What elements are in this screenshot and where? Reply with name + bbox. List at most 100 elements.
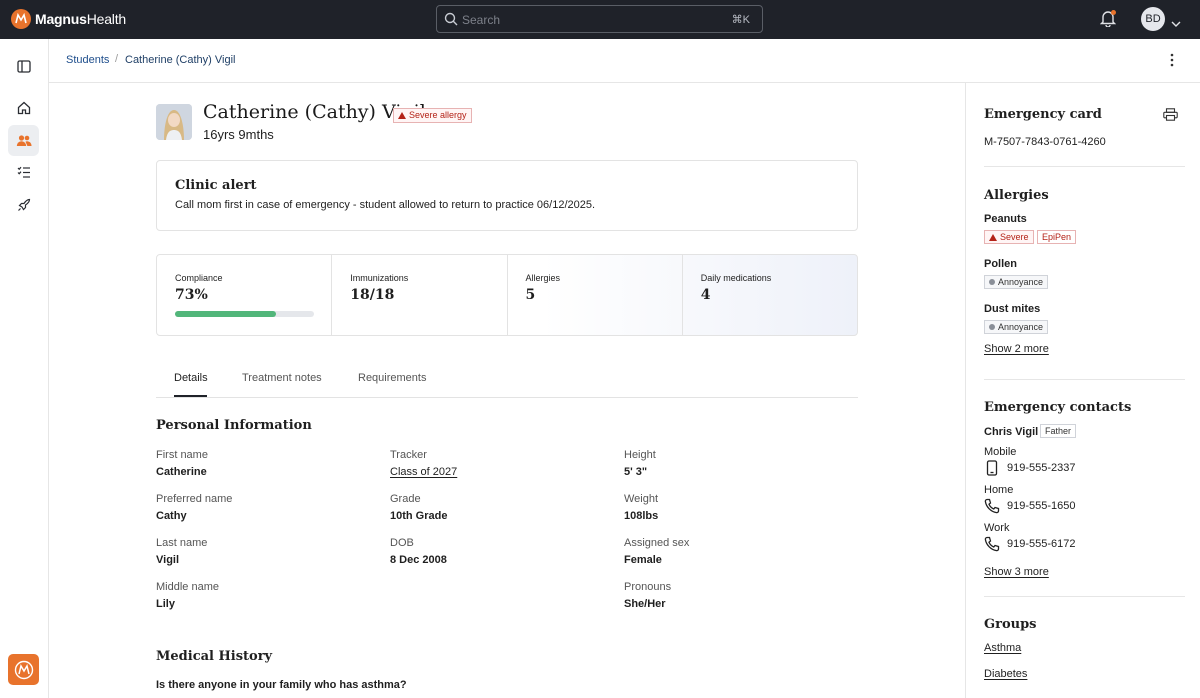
first-name-label: First name bbox=[156, 449, 208, 461]
sidebar-item-students[interactable] bbox=[8, 125, 39, 156]
tracker-label: Tracker bbox=[390, 449, 427, 461]
users-icon bbox=[16, 135, 32, 146]
more-options-icon[interactable] bbox=[1170, 53, 1174, 72]
dob-label: DOB bbox=[390, 537, 414, 549]
magnus-logo-icon bbox=[11, 9, 31, 29]
severity-tag: Severe bbox=[984, 230, 1034, 244]
emergency-card-title: Emergency card bbox=[984, 107, 1102, 122]
assigned-sex-label: Assigned sex bbox=[624, 537, 690, 549]
search-input[interactable]: Search ⌘K bbox=[436, 5, 763, 33]
warning-icon bbox=[398, 112, 406, 119]
divider bbox=[984, 166, 1185, 167]
group-link-asthma[interactable]: Asthma bbox=[984, 642, 1021, 654]
immunizations-label: Immunizations bbox=[350, 273, 409, 283]
immunizations-value: 18/18 bbox=[350, 287, 395, 303]
detail-tabs: Details Treatment notes Requirements bbox=[156, 362, 858, 398]
asthma-question: Is there anyone in your family who has a… bbox=[156, 679, 407, 691]
right-panel: Emergency card M-7507-7843-0761-4260 All… bbox=[965, 83, 1200, 698]
medications-value: 4 bbox=[700, 287, 711, 303]
tab-treatment-notes[interactable]: Treatment notes bbox=[242, 372, 322, 384]
allergies-label: Allergies bbox=[525, 273, 561, 283]
pronouns-value: She/Her bbox=[624, 598, 666, 610]
middle-name-label: Middle name bbox=[156, 581, 219, 593]
home-phone-row[interactable]: 919-555-1650 bbox=[984, 498, 1076, 514]
sidebar-item-home[interactable] bbox=[8, 92, 39, 123]
mobile-label: Mobile bbox=[984, 446, 1017, 458]
medications-label: Daily medications bbox=[700, 273, 772, 283]
show-more-allergies-link[interactable]: Show 2 more bbox=[984, 343, 1049, 355]
student-photo bbox=[156, 104, 192, 140]
groups-title: Groups bbox=[984, 617, 1037, 632]
emergency-contacts-title: Emergency contacts bbox=[984, 400, 1132, 415]
immunizations-stat[interactable]: Immunizations 18/18 bbox=[332, 255, 508, 335]
breadcrumb: Students / Catherine (Cathy) Vigil bbox=[49, 39, 1200, 83]
show-more-contacts-link[interactable]: Show 3 more bbox=[984, 566, 1049, 578]
brand-name: MagnusHealth bbox=[35, 11, 126, 27]
annoyance-dot-icon bbox=[989, 324, 995, 330]
allergy-name: Pollen bbox=[984, 258, 1018, 270]
annoyance-dot-icon bbox=[989, 279, 995, 285]
allergy-name: Peanuts bbox=[984, 213, 1027, 225]
brand-logo[interactable]: MagnusHealth bbox=[11, 9, 126, 29]
allergy-name: Dust mites bbox=[984, 303, 1041, 315]
epipen-tag: EpiPen bbox=[1037, 230, 1077, 244]
tracker-link[interactable]: Class of 2027 bbox=[390, 466, 457, 478]
stats-panel: Compliance 73% Immunizations 18/18 Aller… bbox=[156, 254, 858, 336]
breadcrumb-students-link[interactable]: Students bbox=[66, 54, 109, 66]
grade-label: Grade bbox=[390, 493, 421, 505]
breadcrumb-current[interactable]: Catherine (Cathy) Vigil bbox=[125, 54, 235, 66]
mobile-phone-row[interactable]: 919-555-2337 bbox=[984, 460, 1076, 476]
search-shortcut: ⌘K bbox=[731, 14, 750, 26]
first-name-value: Catherine bbox=[156, 466, 207, 478]
allergies-value: 5 bbox=[525, 287, 536, 303]
weight-value: 108lbs bbox=[624, 510, 659, 522]
tab-details[interactable]: Details bbox=[174, 372, 208, 384]
contact-name: Chris Vigil bbox=[984, 426, 1039, 438]
last-name-value: Vigil bbox=[156, 554, 180, 566]
emergency-card-number: M-7507-7843-0761-4260 bbox=[984, 136, 1106, 148]
grade-value: 10th Grade bbox=[390, 510, 448, 522]
panel-icon bbox=[16, 60, 31, 73]
clinic-alert-text: Call mom first in case of emergency - st… bbox=[175, 199, 596, 211]
magnus-app-button[interactable] bbox=[8, 654, 39, 685]
pronouns-label: Pronouns bbox=[624, 581, 672, 593]
weight-label: Weight bbox=[624, 493, 659, 505]
relation-tag: Father bbox=[1040, 424, 1077, 438]
preferred-name-value: Cathy bbox=[156, 510, 187, 522]
allergies-stat[interactable]: Allergies 5 bbox=[508, 255, 683, 335]
compliance-value: 73% bbox=[175, 287, 208, 303]
compliance-progress-fill bbox=[175, 311, 277, 317]
clinic-alert-card: Clinic alert Call mom first in case of e… bbox=[156, 160, 858, 231]
home-label: Home bbox=[984, 484, 1014, 496]
side-nav bbox=[0, 39, 49, 698]
medical-history-title: Medical History bbox=[156, 649, 273, 664]
rocket-icon bbox=[17, 198, 30, 211]
chevron-down-icon[interactable] bbox=[1171, 15, 1181, 33]
notification-dot bbox=[1111, 10, 1116, 15]
compliance-stat[interactable]: Compliance 73% bbox=[157, 255, 333, 335]
mobile-phone-icon bbox=[986, 460, 998, 476]
compliance-progress-bar bbox=[175, 311, 314, 317]
sidebar-item-launch[interactable] bbox=[8, 189, 39, 220]
work-phone-row[interactable]: 919-555-6172 bbox=[984, 536, 1076, 552]
top-bar: MagnusHealth Search ⌘K BD bbox=[0, 0, 1200, 39]
allergies-title: Allergies bbox=[984, 188, 1049, 203]
search-icon bbox=[444, 12, 458, 31]
sidebar-item-checklist[interactable] bbox=[8, 157, 39, 188]
user-avatar[interactable]: BD bbox=[1141, 7, 1165, 31]
sidebar-toggle-button[interactable] bbox=[8, 51, 39, 82]
height-label: Height bbox=[624, 449, 656, 461]
medications-stat[interactable]: Daily medications 4 bbox=[683, 255, 857, 335]
printer-icon[interactable] bbox=[1163, 108, 1178, 126]
middle-name-value: Lily bbox=[156, 598, 175, 610]
severity-tag: Annoyance bbox=[984, 275, 1049, 289]
tab-requirements[interactable]: Requirements bbox=[358, 372, 426, 384]
severe-allergy-badge: Severe allergy bbox=[393, 108, 472, 123]
checklist-icon bbox=[17, 166, 30, 178]
group-link-diabetes[interactable]: Diabetes bbox=[984, 668, 1027, 680]
divider bbox=[984, 596, 1185, 597]
magnus-logo-icon bbox=[14, 660, 33, 679]
height-value: 5' 3" bbox=[624, 466, 648, 478]
severity-tag: Annoyance bbox=[984, 320, 1049, 334]
warning-icon bbox=[989, 233, 997, 241]
